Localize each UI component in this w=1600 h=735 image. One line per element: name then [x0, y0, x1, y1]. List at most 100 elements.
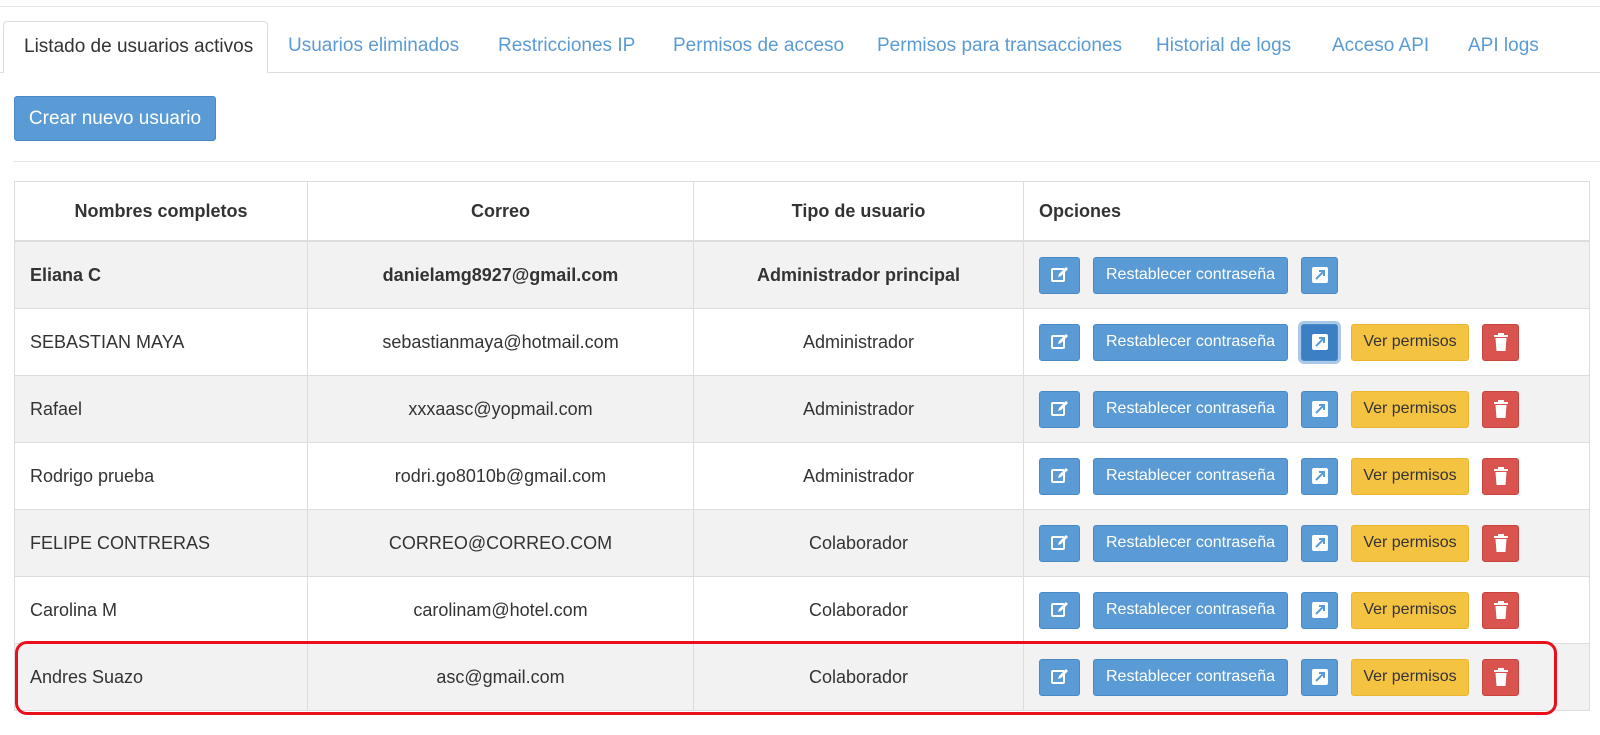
- cell-name: Rafael: [14, 375, 308, 443]
- cell-options: Restablecer contraseña Ver permisos: [1023, 509, 1590, 577]
- section-divider: [14, 161, 1600, 162]
- tab-log-history[interactable]: Historial de logs: [1136, 21, 1311, 72]
- edit-icon: [1050, 265, 1070, 285]
- edit-icon: [1050, 466, 1070, 486]
- edit-button[interactable]: [1039, 457, 1080, 495]
- view-permissions-button[interactable]: Ver permisos: [1351, 457, 1469, 495]
- users-table: Nombres completos Correo Tipo de usuario…: [14, 181, 1590, 711]
- delete-user-button[interactable]: [1482, 591, 1519, 629]
- cell-user-type: Administrador: [693, 375, 1024, 443]
- cell-user-type: Colaborador: [693, 643, 1024, 711]
- create-user-button[interactable]: Crear nuevo usuario: [14, 96, 216, 141]
- edit-icon: [1050, 667, 1070, 687]
- external-link-icon: [1311, 534, 1329, 552]
- cell-email: danielamg8927@gmail.com: [307, 240, 694, 309]
- tab-access-permissions[interactable]: Permisos de acceso: [653, 21, 864, 72]
- cell-name: Andres Suazo: [14, 643, 308, 711]
- cell-name: Rodrigo prueba: [14, 442, 308, 510]
- trash-icon: [1493, 467, 1509, 485]
- header-email: Correo: [307, 181, 694, 242]
- cell-email: rodri.go8010b@gmail.com: [307, 442, 694, 510]
- login-as-user-button[interactable]: [1301, 658, 1338, 696]
- cell-user-type: Colaborador: [693, 509, 1024, 577]
- external-link-icon: [1311, 400, 1329, 418]
- delete-user-button[interactable]: [1482, 390, 1519, 428]
- external-link-icon: [1311, 467, 1329, 485]
- external-link-icon: [1311, 266, 1329, 284]
- edit-button[interactable]: [1039, 390, 1080, 428]
- cell-name: FELIPE CONTRERAS: [14, 509, 308, 577]
- tab-bar: Listado de usuarios activos Usuarios eli…: [0, 21, 1600, 73]
- reset-password-button[interactable]: Restablecer contraseña: [1093, 390, 1288, 428]
- cell-name: Carolina M: [14, 576, 308, 644]
- cell-email: xxxaasc@yopmail.com: [307, 375, 694, 443]
- header-user-type: Tipo de usuario: [693, 181, 1024, 242]
- edit-button[interactable]: [1039, 658, 1080, 696]
- trash-icon: [1493, 333, 1509, 351]
- cell-options: Restablecer contraseña Ver permisos: [1023, 643, 1590, 711]
- table-header-row: Nombres completos Correo Tipo de usuario…: [14, 181, 1590, 242]
- cell-name: SEBASTIAN MAYA: [14, 308, 308, 376]
- trash-icon: [1493, 601, 1509, 619]
- view-permissions-button[interactable]: Ver permisos: [1351, 390, 1469, 428]
- login-as-user-button[interactable]: [1301, 591, 1338, 629]
- login-as-user-button[interactable]: [1301, 524, 1338, 562]
- table-row: Rafael xxxaasc@yopmail.com Administrador…: [14, 375, 1590, 443]
- external-link-icon: [1311, 668, 1329, 686]
- tab-active-users[interactable]: Listado de usuarios activos: [3, 21, 268, 73]
- table-row: Eliana C danielamg8927@gmail.com Adminis…: [14, 240, 1590, 309]
- view-permissions-button[interactable]: Ver permisos: [1351, 591, 1469, 629]
- view-permissions-button[interactable]: Ver permisos: [1351, 658, 1469, 696]
- edit-icon: [1050, 600, 1070, 620]
- external-link-icon: [1311, 333, 1329, 351]
- top-divider: [0, 6, 1600, 7]
- delete-user-button[interactable]: [1482, 658, 1519, 696]
- login-as-user-button[interactable]: [1301, 390, 1338, 428]
- cell-user-type: Colaborador: [693, 576, 1024, 644]
- header-name: Nombres completos: [14, 181, 308, 242]
- cell-email: sebastianmaya@hotmail.com: [307, 308, 694, 376]
- delete-user-button[interactable]: [1482, 524, 1519, 562]
- reset-password-button[interactable]: Restablecer contraseña: [1093, 591, 1288, 629]
- table-row: Rodrigo prueba rodri.go8010b@gmail.com A…: [14, 442, 1590, 510]
- edit-icon: [1050, 533, 1070, 553]
- delete-user-button[interactable]: [1482, 323, 1519, 361]
- login-as-user-button[interactable]: [1301, 256, 1338, 294]
- reset-password-button[interactable]: Restablecer contraseña: [1093, 256, 1288, 294]
- edit-button[interactable]: [1039, 323, 1080, 361]
- table-row: SEBASTIAN MAYA sebastianmaya@hotmail.com…: [14, 308, 1590, 376]
- tab-api-access[interactable]: Acceso API: [1312, 21, 1449, 72]
- reset-password-button[interactable]: Restablecer contraseña: [1093, 323, 1288, 361]
- edit-button[interactable]: [1039, 591, 1080, 629]
- reset-password-button[interactable]: Restablecer contraseña: [1093, 524, 1288, 562]
- delete-user-button[interactable]: [1482, 457, 1519, 495]
- cell-options: Restablecer contraseña Ver permisos: [1023, 308, 1590, 376]
- tab-api-logs[interactable]: API logs: [1448, 21, 1559, 72]
- edit-button[interactable]: [1039, 524, 1080, 562]
- cell-user-type: Administrador principal: [693, 240, 1024, 309]
- external-link-icon: [1311, 601, 1329, 619]
- login-as-user-button[interactable]: [1301, 457, 1338, 495]
- view-permissions-button[interactable]: Ver permisos: [1351, 524, 1469, 562]
- cell-user-type: Administrador: [693, 308, 1024, 376]
- table-row: Andres Suazo asc@gmail.com Colaborador R…: [14, 643, 1590, 711]
- tab-ip-restrictions[interactable]: Restricciones IP: [478, 21, 655, 72]
- reset-password-button[interactable]: Restablecer contraseña: [1093, 457, 1288, 495]
- trash-icon: [1493, 668, 1509, 686]
- cell-email: carolinam@hotel.com: [307, 576, 694, 644]
- edit-icon: [1050, 399, 1070, 419]
- cell-options: Restablecer contraseña: [1023, 240, 1590, 309]
- tab-deleted-users[interactable]: Usuarios eliminados: [268, 21, 479, 72]
- reset-password-button[interactable]: Restablecer contraseña: [1093, 658, 1288, 696]
- login-as-user-button[interactable]: [1301, 323, 1338, 361]
- header-options: Opciones: [1023, 181, 1590, 242]
- table-row: Carolina M carolinam@hotel.com Colaborad…: [14, 576, 1590, 644]
- edit-button[interactable]: [1039, 256, 1080, 294]
- table-row: FELIPE CONTRERAS CORREO@CORREO.COM Colab…: [14, 509, 1590, 577]
- tab-transaction-permissions[interactable]: Permisos para transacciones: [857, 21, 1142, 72]
- cell-options: Restablecer contraseña Ver permisos: [1023, 442, 1590, 510]
- edit-icon: [1050, 332, 1070, 352]
- cell-options: Restablecer contraseña Ver permisos: [1023, 375, 1590, 443]
- view-permissions-button[interactable]: Ver permisos: [1351, 323, 1469, 361]
- cell-email: CORREO@CORREO.COM: [307, 509, 694, 577]
